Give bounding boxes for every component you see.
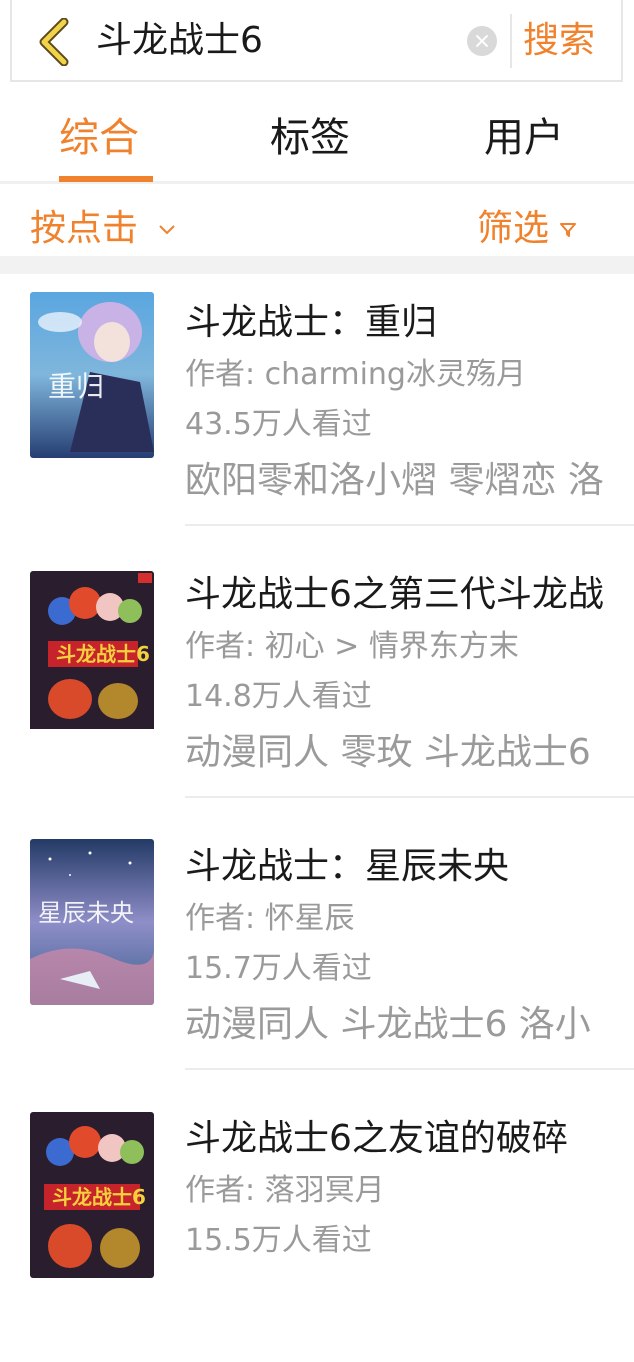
list-item[interactable]: 星辰未央 斗龙战士：星辰未央 作者: 怀星辰 15.7万人看过 动漫同人 斗龙战… [0,818,634,1090]
svg-text:星辰未央: 星辰未央 [38,899,134,927]
active-tab-indicator [59,176,153,182]
book-author: 作者: charming冰灵殇月 [185,357,526,392]
book-author: 作者: 初心 > 情界东方末 [185,629,519,664]
book-cover: 重归 [30,292,154,458]
chevron-down-icon [159,225,175,235]
divider [185,1068,634,1070]
filter-label: 筛选 [477,208,550,249]
clear-icon[interactable] [467,26,497,56]
filter-button[interactable]: 筛选 [477,204,549,254]
section-gap [0,256,634,274]
filter-icon [560,223,576,237]
book-cover: 斗龙战士6 [30,1112,154,1278]
sort-label: 按点击 [30,208,139,249]
search-bar: 斗龙战士6 搜索 [10,0,623,82]
book-title: 斗龙战士：星辰未央 [185,846,510,887]
svg-text:斗龙战士6: 斗龙战士6 [56,642,150,666]
book-cover: 斗龙战士6 [30,571,154,737]
back-button[interactable] [34,17,74,67]
book-views: 43.5万人看过 [185,407,372,442]
divider [510,14,512,68]
book-title: 斗龙战士：重归 [185,302,438,343]
search-button[interactable]: 搜索 [523,14,595,68]
tab-all[interactable]: 综合 [59,110,139,166]
book-cover: 星辰未央 [30,839,154,1005]
list-item[interactable]: 斗龙战士6 斗龙战士6之友谊的破碎 作者: 落羽冥月 15.5万人看过 [0,1090,634,1362]
book-tags: 动漫同人 零玫 斗龙战士6 [185,732,591,773]
list-item[interactable]: 重归 斗龙战士：重归 作者: charming冰灵殇月 43.5万人看过 欧阳零… [0,274,634,546]
book-title: 斗龙战士6之友谊的破碎 [185,1118,568,1159]
book-views: 14.8万人看过 [185,679,372,714]
book-tags: 动漫同人 斗龙战士6 洛小 [185,1004,591,1045]
sort-dropdown[interactable]: 按点击 [30,204,138,254]
book-author: 作者: 落羽冥月 [185,1173,385,1208]
sort-filter-row: 按点击 筛选 [0,184,634,256]
divider [185,796,634,798]
tab-tags[interactable]: 标签 [270,110,350,166]
tab-bar: 综合 标签 用户 [0,84,634,184]
search-input[interactable]: 斗龙战士6 [96,14,263,68]
book-views: 15.5万人看过 [185,1223,372,1258]
book-views: 15.7万人看过 [185,951,372,986]
list-item[interactable]: 斗龙战士6 斗龙战士6之第三代斗龙战 作者: 初心 > 情界东方末 14.8万人… [0,546,634,818]
book-title: 斗龙战士6之第三代斗龙战 [185,574,604,615]
tab-users[interactable]: 用户 [484,110,564,166]
svg-text:重归: 重归 [48,370,104,403]
svg-text:斗龙战士6: 斗龙战士6 [52,1185,146,1209]
book-tags: 欧阳零和洛小熠 零熠恋 洛 [185,460,604,501]
divider [185,524,634,526]
book-author: 作者: 怀星辰 [185,901,355,936]
chevron-left-icon [39,17,69,67]
